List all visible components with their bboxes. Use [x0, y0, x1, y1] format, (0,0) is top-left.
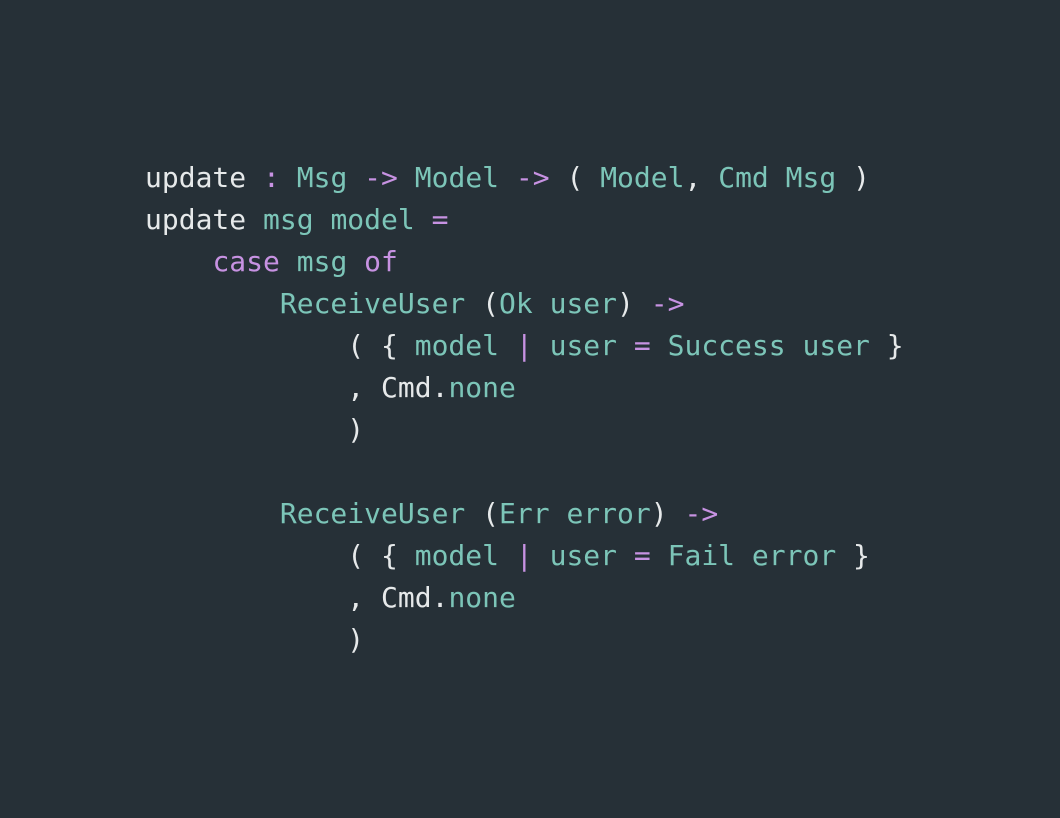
code-token-plain: ( — [465, 497, 500, 530]
code-token-keyword: : — [263, 161, 280, 194]
code-token-identifier: Err — [499, 497, 550, 530]
code-token-identifier: Cmd — [718, 161, 769, 194]
code-line: ReceiveUser (Err error) -> — [145, 493, 904, 535]
code-token-plain: } — [836, 539, 870, 572]
code-token-identifier: error — [751, 539, 837, 572]
code-token-identifier: Msg — [785, 161, 837, 194]
code-token-plain: ( { — [145, 329, 415, 362]
code-token-plain: ( — [549, 161, 601, 194]
code-panel: update : Msg -> Model -> ( Model, Cmd Ms… — [0, 0, 1060, 818]
code-token-keyword: -> — [650, 287, 685, 320]
code-line: ReceiveUser (Ok user) -> — [145, 283, 904, 325]
code-line: , Cmd.none — [145, 577, 904, 619]
code-token-identifier: none — [448, 371, 516, 404]
code-token-keyword: -> — [684, 497, 719, 530]
code-token-plain: ) — [836, 161, 870, 194]
code-token-keyword: case — [212, 245, 280, 278]
code-line: ) — [145, 409, 904, 451]
code-line: , Cmd.none — [145, 367, 904, 409]
code-token-identifier: model — [414, 539, 500, 572]
code-token-identifier: msg — [263, 203, 314, 236]
code-token-plain: ) — [145, 413, 365, 446]
code-token-keyword: = — [431, 203, 449, 236]
code-token-plain: ( — [465, 287, 500, 320]
code-token-keyword: | — [515, 539, 533, 572]
code-token-keyword: -> — [515, 161, 550, 194]
code-token-plain: ) — [145, 623, 365, 656]
code-token-identifier: Success — [667, 329, 786, 362]
code-block: update : Msg -> Model -> ( Model, Cmd Ms… — [145, 157, 904, 661]
code-token-keyword: = — [633, 329, 651, 362]
code-token-identifier: model — [414, 329, 500, 362]
code-line: ( { model | user = Fail error } — [145, 535, 904, 577]
code-line: ) — [145, 619, 904, 661]
code-token-keyword: -> — [364, 161, 398, 194]
code-line: update : Msg -> Model -> ( Model, Cmd Ms… — [145, 157, 904, 199]
code-line: case msg of — [145, 241, 904, 283]
code-token-identifier: Fail — [667, 539, 736, 572]
code-token-plain: , Cmd. — [145, 581, 449, 614]
code-token-keyword: of — [364, 245, 398, 278]
code-token-plain: ) — [650, 497, 685, 530]
code-token-keyword: | — [515, 329, 533, 362]
code-line: update msg model = — [145, 199, 904, 241]
code-token-identifier: Msg — [296, 161, 348, 194]
code-token-plain: update — [145, 161, 247, 194]
code-token-identifier: ReceiveUser — [279, 287, 466, 320]
code-token-identifier: user — [802, 329, 870, 362]
code-token-identifier: user — [549, 539, 618, 572]
code-token-identifier: user — [549, 329, 618, 362]
code-token-identifier: Model — [414, 161, 500, 194]
code-token-identifier: msg — [296, 245, 348, 278]
code-token-identifier: model — [330, 203, 415, 236]
code-token-plain: ( { — [145, 539, 415, 572]
code-token-plain: ) — [617, 287, 651, 320]
code-token-identifier: error — [566, 497, 651, 530]
code-token-plain: , — [684, 161, 719, 194]
code-token-identifier: user — [549, 287, 618, 320]
code-token-plain: } — [869, 329, 904, 362]
code-line: ( { model | user = Success user } — [145, 325, 904, 367]
code-token-keyword: = — [633, 539, 651, 572]
code-token-identifier: Ok — [499, 287, 533, 320]
code-token-plain: , Cmd. — [145, 371, 449, 404]
code-token-plain: update — [145, 203, 247, 236]
code-token-identifier: Model — [600, 161, 685, 194]
code-token-identifier: none — [448, 581, 516, 614]
code-token-identifier: ReceiveUser — [279, 497, 466, 530]
